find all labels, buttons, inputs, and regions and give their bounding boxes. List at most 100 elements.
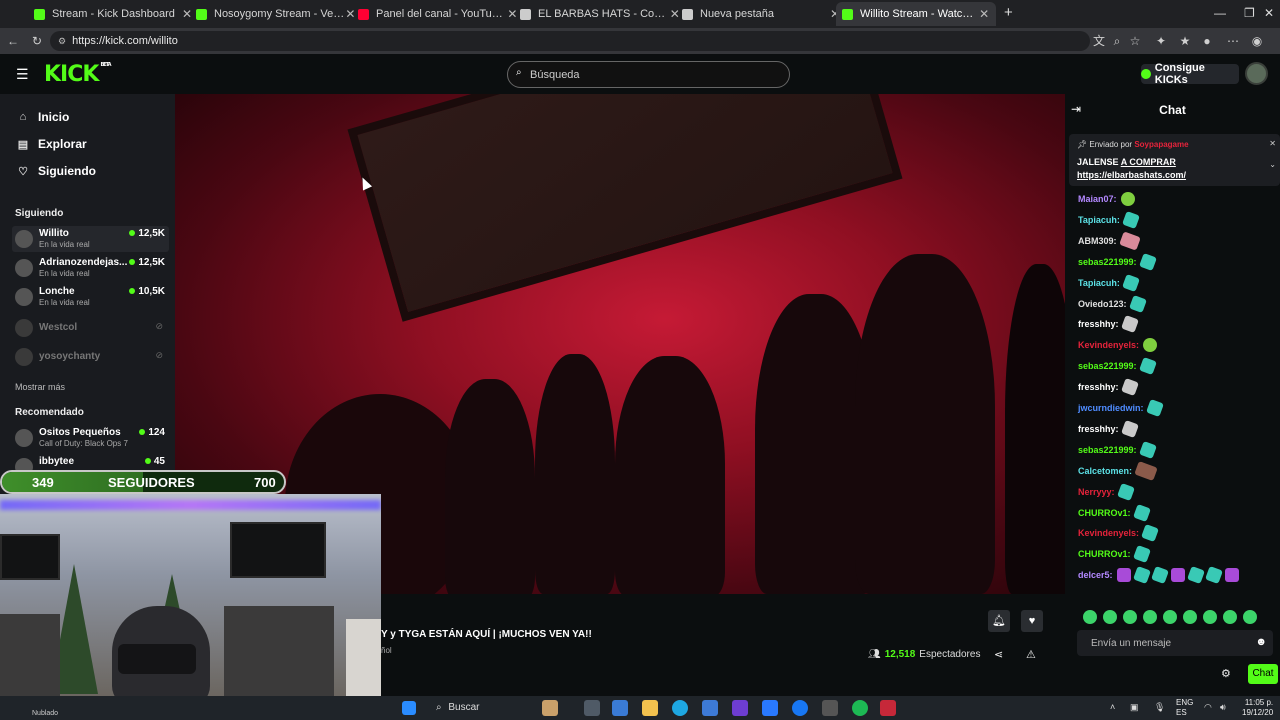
chat-username[interactable]: fresshhy: [1078,382,1119,392]
facebook-icon[interactable] [792,700,808,716]
chat-username[interactable]: Maian07: [1078,194,1117,204]
system-clock[interactable]: 11:05 p. 19/12/20 [1242,698,1273,718]
chat-username[interactable]: Tapiacuh: [1078,215,1120,225]
chat-username[interactable]: fresshhy: [1078,424,1119,434]
pinned-by-user[interactable]: Soypapagame [1134,140,1188,149]
get-kicks-button[interactable]: Consigue KICKs [1141,62,1239,86]
following-channel[interactable]: Willito En la vida real 12,5K [12,226,169,252]
chat-settings-gear-icon[interactable]: ⚙ [1221,667,1231,680]
following-channel-offline[interactable]: Westcol ⊘ [12,315,169,341]
browser-tab[interactable]: Nosoygomy Stream - Ver en direc ✕ [190,2,362,26]
app-icon-red[interactable] [880,700,896,716]
emote-icon[interactable] [1083,610,1097,624]
taskbar-search[interactable]: ⌕ Buscar [436,702,480,713]
chat-username[interactable]: delcer5: [1078,570,1113,580]
emote-icon[interactable] [1203,610,1217,624]
app-icon[interactable] [732,700,748,716]
unpin-icon[interactable]: ✕ [1269,139,1276,148]
chat-username[interactable]: CHURROv1: [1078,549,1131,559]
following-channel[interactable]: Lonche En la vida real 10,5K [12,284,169,310]
back-icon[interactable]: ← [6,34,20,48]
recommended-channel[interactable]: Ositos Pequeños Call of Duty: Black Ops … [12,425,169,451]
tray-app-icon[interactable]: ▣ [1130,702,1139,713]
browser-tab-active[interactable]: Willito Stream - Watch Live o ✕ [836,2,996,26]
chat-username[interactable]: CHURROv1: [1078,508,1131,518]
new-tab-icon[interactable]: + [1004,4,1013,21]
favorites-icon[interactable]: ★ [1178,34,1192,48]
chat-username[interactable]: ABM309: [1078,236,1117,246]
obs-icon[interactable] [822,700,838,716]
notification-bell-button[interactable]: 🔔︎ [988,610,1010,632]
chat-username[interactable]: Tapiacuh: [1078,278,1120,288]
close-window-icon[interactable]: ✕ [1264,6,1274,20]
nav-explore[interactable]: ▤ Explorar [16,137,87,151]
wifi-icon[interactable]: ◠ [1204,702,1212,713]
chat-username[interactable]: Oviedo123: [1078,299,1127,309]
follow-heart-button[interactable]: ♥ [1021,610,1043,632]
file-explorer-icon[interactable] [642,700,658,716]
profile-icon[interactable]: ● [1200,34,1214,48]
chat-username[interactable]: Kevindenyels: [1078,340,1139,350]
nav-following[interactable]: ♡ Siguiendo [16,164,96,178]
chat-username[interactable]: sebas221999: [1078,445,1137,455]
following-channel-offline[interactable]: yosoychanty ⊘ [12,344,169,370]
browser-tab[interactable]: EL BARBAS HATS - Compañía de s ✕ [514,2,686,26]
windows-start-icon[interactable] [402,701,416,715]
emote-icon[interactable] [1183,610,1197,624]
chat-username[interactable]: sebas221999: [1078,361,1137,371]
reload-icon[interactable]: ↻ [30,34,44,48]
chat-username[interactable]: Kevindenyels: [1078,528,1139,538]
menu-dots-icon[interactable]: ⋯ [1226,34,1240,48]
chat-username[interactable]: Nerryyy: [1078,487,1115,497]
copilot-icon[interactable]: ◉ [1250,34,1264,48]
nav-home[interactable]: ⌂ Inicio [16,110,70,124]
emote-icon[interactable] [1163,610,1177,624]
store-icon[interactable] [702,700,718,716]
site-info-icon[interactable]: ⚙ [58,36,66,47]
chat-message-input[interactable]: Envía un mensaje ☻ [1077,630,1273,656]
emote-icon[interactable] [1223,610,1237,624]
chat-username[interactable]: sebas221999: [1078,257,1137,267]
user-avatar[interactable] [1245,62,1268,85]
hamburger-menu-icon[interactable]: ☰ [16,66,29,83]
browser-tab[interactable]: Nueva pestaña ✕ [676,2,848,26]
volume-icon[interactable]: 🔊︎ [1220,702,1226,713]
emote-icon[interactable] [1103,610,1117,624]
translate-icon[interactable]: 文 [1092,34,1106,48]
emote-icon[interactable] [1243,610,1257,624]
report-warning-icon[interactable]: ⚠ [1026,648,1036,661]
emoji-picker-icon[interactable]: ☻ [1255,636,1267,648]
chat-username[interactable]: fresshhy: [1078,319,1119,329]
maximize-icon[interactable]: ❐ [1244,6,1255,20]
mail-icon[interactable] [762,700,778,716]
extensions-icon[interactable]: ✦ [1154,34,1168,48]
emote-icon[interactable] [1143,610,1157,624]
following-channel[interactable]: Adrianozendejas... En la vida real 12,5K [12,255,169,281]
zoom-icon[interactable]: ⌕ [1110,34,1124,48]
url-field[interactable]: ⚙ https://kick.com/willito [50,31,1090,51]
kick-logo[interactable]: KICK BETA [44,62,112,87]
spotify-icon[interactable] [852,700,868,716]
share-icon[interactable]: ⋖ [994,648,1003,661]
browser-tab[interactable]: Stream - Kick Dashboard ✕ [28,2,200,26]
tray-chevron-icon[interactable]: ˄ [1110,702,1115,712]
microphone-icon[interactable]: 🎙︎ [1154,702,1165,713]
emote-icon[interactable] [1123,610,1137,624]
chat-username[interactable]: Calcetomen: [1078,466,1132,476]
widgets-icon[interactable] [542,700,558,716]
keyboard-language[interactable]: ENG ES [1176,698,1193,718]
expand-chevron-icon[interactable]: ⌄ [1269,160,1276,169]
bookmark-star-icon[interactable]: ☆ [1128,34,1142,48]
edge-browser-icon[interactable] [672,700,688,716]
pinned-url-link[interactable]: https://elbarbashats.com/ [1077,170,1186,180]
copilot-app-icon[interactable] [612,700,628,716]
browser-tab[interactable]: Panel del canal - YouTube Studio ✕ [352,2,524,26]
chat-send-button[interactable]: Chat [1248,664,1278,684]
chat-username[interactable]: jwcurndiedwin: [1078,403,1144,413]
search-input[interactable]: ⌕ Búsqueda [507,61,790,88]
minimize-icon[interactable]: — [1214,6,1226,20]
weather-widget[interactable]: Nublado [32,710,58,717]
task-view-icon[interactable] [584,700,600,716]
close-tab-icon[interactable]: ✕ [978,7,990,21]
show-more-link[interactable]: Mostrar más [15,382,65,392]
